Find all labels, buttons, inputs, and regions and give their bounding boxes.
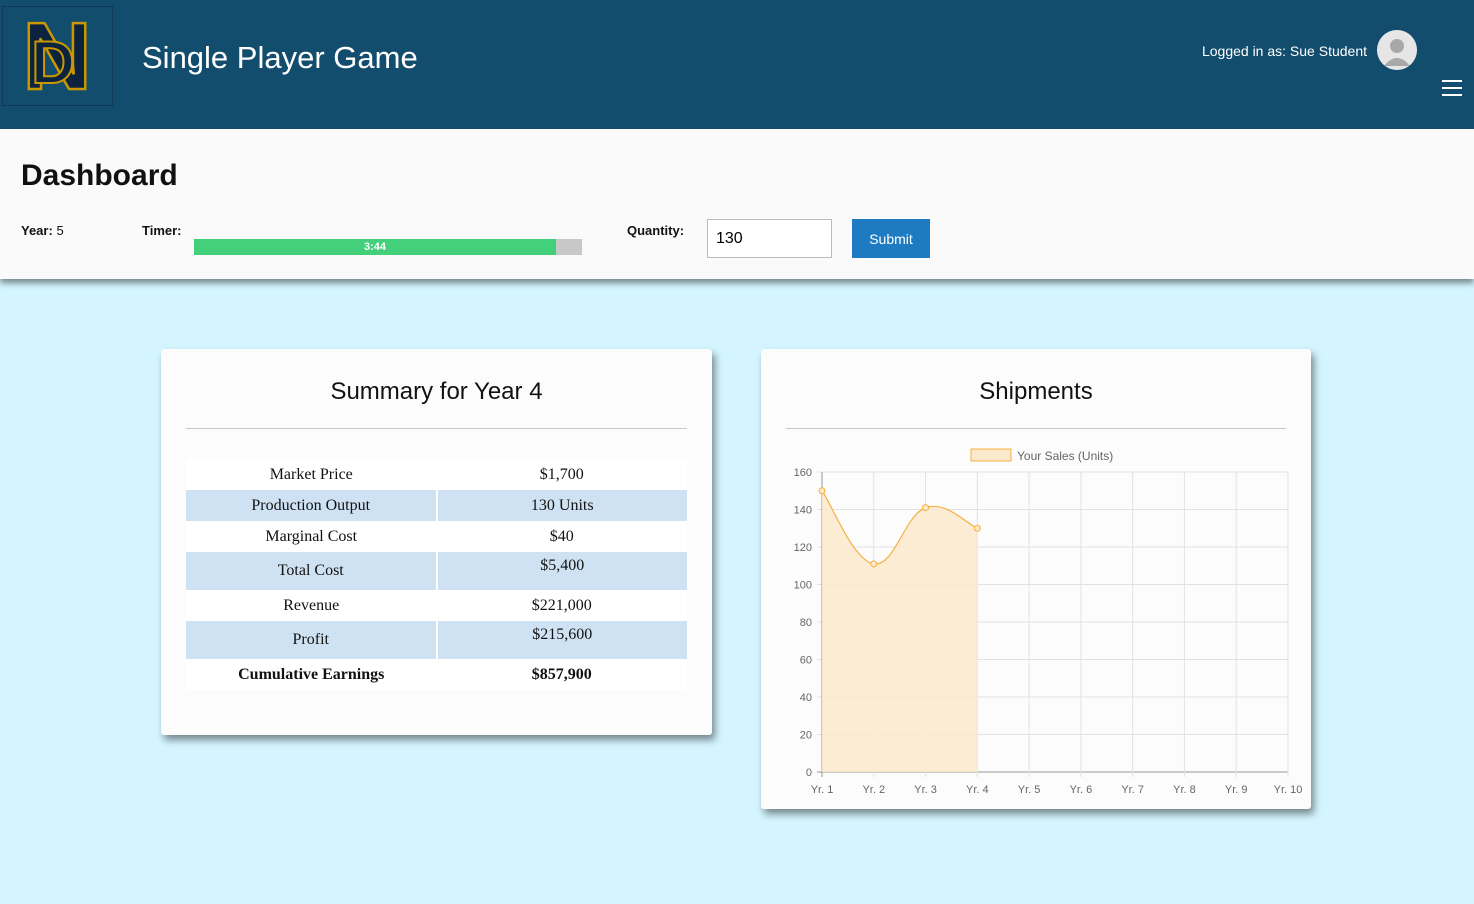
row-label: Revenue	[186, 590, 437, 621]
x-tick-label: Yr. 9	[1225, 784, 1248, 796]
legend-label: Your Sales (Units)	[1017, 449, 1113, 463]
x-tick-label: Yr. 3	[914, 784, 937, 796]
shipments-title: Shipments	[979, 378, 1093, 405]
svg-text:D: D	[31, 29, 74, 96]
user-avatar-icon[interactable]	[1377, 30, 1417, 70]
row-label: Profit	[186, 621, 438, 659]
table-row: Production Output 130 Units	[186, 490, 687, 521]
legend-swatch	[970, 448, 1012, 462]
table-row: Cumulative Earnings $857,900	[186, 659, 687, 690]
data-point	[973, 524, 981, 532]
summary-card: Summary for Year 4 Market Price $1,700 P…	[161, 349, 712, 735]
year-indicator: Year: 5	[21, 223, 64, 238]
timer-progress-bar: 3:44	[194, 239, 582, 255]
summary-divider	[186, 428, 687, 429]
shipments-card: Shipments 0 20 40 60 80 100 120 140 160 Yr. 1 Yr. …	[761, 349, 1311, 809]
table-row: Profit $215,600	[186, 621, 687, 659]
timer-label: Timer:	[142, 223, 182, 238]
table-row: Market Price $1,700	[186, 459, 687, 490]
year-label: Year:	[21, 223, 53, 238]
x-tick-label: Yr. 6	[1070, 784, 1093, 796]
timer-progress-fill: 3:44	[194, 239, 556, 255]
row-label: Market Price	[186, 459, 437, 490]
data-point	[922, 504, 930, 512]
row-value: 130 Units	[436, 490, 687, 521]
data-point	[818, 487, 826, 495]
summary-table: Market Price $1,700 Production Output 13…	[186, 459, 687, 690]
row-value: $215,600	[436, 621, 687, 659]
row-value: $221,000	[436, 590, 687, 621]
row-value: $5,400	[436, 552, 687, 590]
x-tick-label: Yr. 4	[966, 784, 989, 796]
table-row: Total Cost $5,400	[186, 552, 687, 590]
year-value: 5	[56, 223, 64, 238]
dashboard-panel: Dashboard Year: 5 Timer: 3:44 Quantity: …	[0, 129, 1474, 279]
x-tick-label: Yr. 7	[1121, 784, 1144, 796]
x-tick-label: Yr. 2	[862, 784, 885, 796]
row-label: Production Output	[186, 490, 438, 521]
x-tick-label: Yr. 1	[811, 784, 834, 796]
logged-in-label: Logged in as: Sue Student	[1201, 43, 1367, 59]
y-tick-label: 60	[800, 655, 812, 667]
shipments-chart: 0 20 40 60 80 100 120 140 160 Yr. 1 Yr. 2 Yr. 3 Yr. …	[794, 448, 1303, 796]
x-tick-label: Yr. 5	[1018, 784, 1041, 796]
quantity-input[interactable]	[707, 219, 832, 258]
row-value: $1,700	[436, 459, 687, 490]
app-title: Single Player Game	[142, 40, 418, 75]
row-label: Cumulative Earnings	[186, 659, 437, 690]
dashboard-title: Dashboard	[21, 159, 178, 192]
row-value: $857,900	[436, 659, 687, 690]
table-row: Revenue $221,000	[186, 590, 687, 621]
row-label: Total Cost	[186, 552, 438, 590]
y-tick-label: 100	[794, 580, 812, 592]
y-tick-label: 120	[794, 542, 812, 554]
quantity-label: Quantity:	[627, 223, 685, 238]
top-navbar: N D Single Player Game Logged in as: Sue…	[0, 0, 1474, 129]
y-tick-label: 40	[800, 692, 812, 704]
x-tick-label: Yr. 10	[1274, 784, 1303, 796]
submit-button[interactable]: Submit	[852, 219, 930, 258]
summary-title: Summary for Year 4	[330, 378, 543, 405]
row-label: Marginal Cost	[186, 521, 437, 552]
y-tick-label: 140	[794, 505, 812, 517]
x-tick-label: Yr. 8	[1173, 784, 1196, 796]
y-tick-label: 160	[794, 467, 812, 479]
y-tick-label: 20	[800, 730, 812, 742]
y-tick-label: 0	[806, 767, 812, 779]
notre-dame-logo: N D	[2, 2, 113, 111]
row-value: $40	[436, 521, 687, 552]
hamburger-menu-icon[interactable]	[1442, 80, 1464, 98]
y-tick-label: 80	[800, 617, 812, 629]
table-row: Marginal Cost $40	[186, 521, 687, 552]
data-point	[870, 560, 878, 568]
